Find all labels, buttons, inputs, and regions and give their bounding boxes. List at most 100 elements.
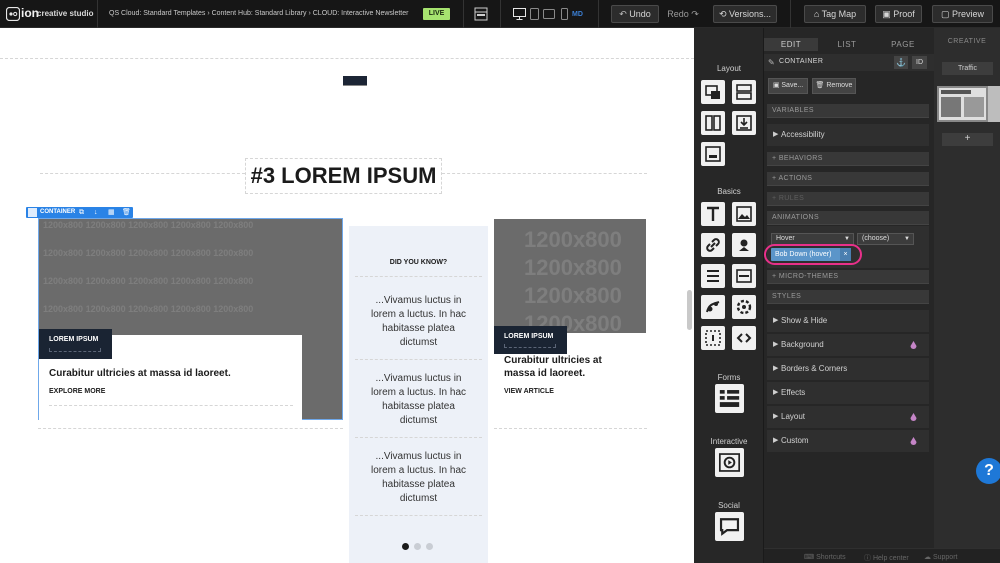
animations-header[interactable]: ANIMATIONS [767,211,929,225]
style-row-custom[interactable]: ▶ Custom [767,430,929,452]
delete-icon[interactable]: 🗑 [122,208,131,217]
remove-button[interactable]: 🗑 Remove [812,78,856,94]
tablet-landscape-icon[interactable] [543,9,555,19]
desktop-view-icon[interactable] [513,8,526,20]
select-parent-icon[interactable] [28,208,37,217]
duplicate-icon[interactable]: ▦ [108,208,115,217]
fact-1[interactable]: ...Vivamus luctus in lorem a luctus. In … [365,294,472,350]
add-page-button[interactable]: + [942,133,993,146]
interactive-section-label: Interactive [710,437,748,446]
settings-widget-icon[interactable] [732,295,756,319]
card-article[interactable]: 1200x800 1200x800 1200x800 1200x800 LORE… [494,219,647,429]
phone-view-icon[interactable] [561,8,568,20]
actions-header[interactable]: + ACTIONS [767,172,929,186]
styles-header[interactable]: STYLES [767,290,929,304]
save-button[interactable]: ▣ Save... [768,78,808,94]
canvas-scrollbar[interactable] [687,290,692,330]
card1-headline[interactable]: Curabitur ultricies at massa id laoreet. [49,367,294,380]
style-row-layout[interactable]: ▶ Layout [767,406,929,428]
container-widget-icon[interactable] [701,80,725,104]
live-badge[interactable]: LIVE [423,8,450,20]
card-did-you-know[interactable]: DID YOU KNOW? ...Vivamus luctus in lorem… [349,226,488,563]
behaviors-header[interactable]: + BEHAVIORS [767,152,929,166]
divider-widget-icon[interactable] [732,264,756,288]
list-widget-icon[interactable] [701,264,725,288]
id-button[interactable]: ID [912,56,927,69]
ion-logo-icon [6,7,20,21]
frame-widget-icon[interactable] [701,142,725,166]
undo-button[interactable]: ↶ Undo [611,5,659,23]
effect-select[interactable]: (choose) ▼ [857,233,914,245]
embed-widget-icon[interactable] [732,111,756,135]
hotspot-widget-icon[interactable] [701,326,725,350]
redo-icon: ↷ [691,9,699,19]
page-thumbnail[interactable] [937,86,988,122]
animation-widget-icon[interactable] [701,295,725,319]
social-widget-icon[interactable] [715,512,744,541]
settings-icon[interactable]: ⧉ [79,208,84,217]
breadcrumb[interactable]: QS Cloud: Standard Templates › Content H… [109,9,408,19]
preview-button[interactable]: ▢ Preview [932,5,993,23]
form-widget-icon[interactable] [715,384,744,413]
support-link[interactable]: ☁ Support [924,553,957,561]
style-row-borders[interactable]: ▶ Borders & Corners [767,358,929,380]
accessibility-row[interactable]: ▶ Accessibility [767,124,929,146]
tab-creative[interactable]: CREATIVE [934,38,1000,45]
card3-badge-text: LOREM IPSUM [504,333,554,340]
style-row-show-hide[interactable]: ▶ Show & Hide [767,310,929,332]
anchor-icon[interactable]: ⚓ [894,56,908,69]
card-feature[interactable]: 1200x800 1200x800 1200x800 1200x800 1200… [38,218,343,420]
help-center-link[interactable]: ⓘ Help center [864,553,909,563]
page-layout-icon[interactable] [474,7,488,21]
fact-guide [355,515,482,516]
card1-link[interactable]: EXPLORE MORE [49,387,105,396]
help-center-label: Help center [872,555,909,562]
variables-header[interactable]: VARIABLES [767,104,929,118]
shortcuts-link[interactable]: ⌨ Shortcuts [804,553,846,561]
card3-link[interactable]: VIEW ARTICLE [504,387,554,396]
remove-tag-icon[interactable]: × [840,248,851,261]
code-widget-icon[interactable] [732,326,756,350]
traffic-label[interactable]: Traffic [942,62,993,75]
columns-widget-icon[interactable] [701,111,725,135]
move-down-icon[interactable]: ↓ [94,208,98,217]
card3-headline[interactable]: Curabitur ultricies at massa id laoreet. [504,354,634,380]
carousel-dot[interactable] [426,543,433,550]
carousel-dot[interactable] [414,543,421,550]
carousel-dot-active[interactable] [402,543,409,550]
badge-guide [504,344,556,348]
rules-header[interactable]: + RULES [767,192,929,206]
interactive-widget-icon[interactable] [715,448,744,477]
tag-map-button[interactable]: ⌂ Tag Map [804,5,866,23]
micro-themes-header[interactable]: + MICRO-THEMES [767,270,929,284]
card3-badge[interactable]: LOREM IPSUM [494,326,567,354]
device-size-label[interactable]: MD [572,10,583,19]
animation-tag[interactable]: Bob Down (hover) × [771,248,851,261]
redo-button[interactable]: Redo ↷ [663,5,703,23]
versions-button[interactable]: ⟲ Versions... [713,5,777,23]
tablet-view-icon[interactable] [530,8,539,20]
tab-list[interactable]: LIST [820,38,874,51]
tab-edit[interactable]: EDIT [764,38,818,51]
text-widget-icon[interactable] [701,202,725,226]
media-widget-icon[interactable] [732,233,756,257]
style-row-background[interactable]: ▶ Background [767,334,929,356]
link-widget-icon[interactable] [701,233,725,257]
top-toolbar: ion creative studio QS Cloud: Standard T… [0,0,1000,28]
remove-label: Remove [826,82,853,89]
style-row-effects[interactable]: ▶ Effects [767,382,929,404]
image-widget-icon[interactable] [732,202,756,226]
proof-button[interactable]: ▣ Proof [875,5,922,23]
container-toolbar[interactable]: CONTAINER ⧉ ↓ ▦ 🗑 [26,207,133,218]
tab-page[interactable]: PAGE [876,38,930,51]
page-canvas[interactable]: #3 LOREM IPSUM CONTAINER ⧉ ↓ ▦ 🗑 1200x80… [0,28,694,563]
card1-badge[interactable]: LOREM IPSUM [39,329,112,359]
forms-section-label: Forms [717,373,741,382]
heading-box[interactable]: #3 LOREM IPSUM [245,158,442,194]
rows-widget-icon[interactable] [732,80,756,104]
top-nav-block[interactable] [343,76,367,86]
fact-3[interactable]: ...Vivamus luctus in lorem a luctus. In … [365,450,472,506]
help-button[interactable]: ? [976,458,1000,484]
fact-2[interactable]: ...Vivamus luctus in lorem a luctus. In … [365,372,472,428]
preview-icon: ▢ [940,9,950,19]
